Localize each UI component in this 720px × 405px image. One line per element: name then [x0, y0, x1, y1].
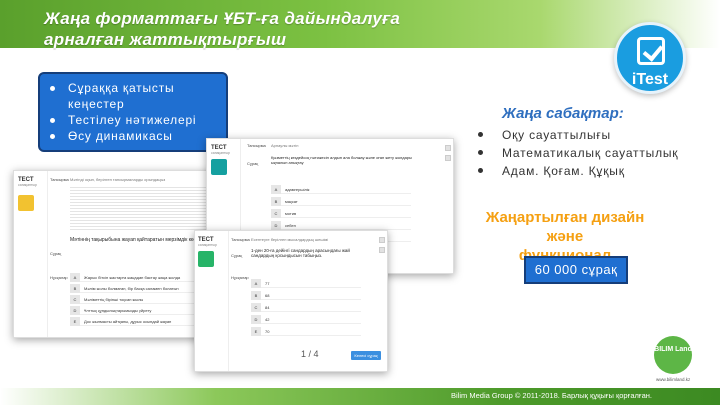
- answer-option[interactable]: B 68: [251, 291, 361, 300]
- screen-sidebar: ТЕСТ сапақаптыр: [195, 231, 229, 371]
- task-label: Тапсырма: [231, 237, 250, 242]
- test-subtitle: сапақаптыр: [198, 243, 217, 247]
- option-letter: E: [70, 317, 80, 326]
- answer-option[interactable]: Bмақсат: [271, 197, 411, 206]
- subject-icon: [198, 251, 214, 267]
- feature-item: Тестілеу нәтижелері: [50, 112, 218, 128]
- scroll-button[interactable]: [379, 247, 385, 253]
- scroll-button[interactable]: [379, 237, 385, 243]
- option-text: Дос жылмасты айтқаны, дұрыс осындай жауа…: [84, 319, 172, 324]
- option-text: Мәлім жолы болмаған, бір басқа саламен б…: [84, 286, 179, 291]
- answers-label: Нұсқалар: [231, 275, 249, 280]
- feature-item: Сұраққа қатысты кеңестер: [50, 80, 218, 112]
- option-text: адамгершілік: [285, 187, 310, 192]
- option-letter: C: [271, 209, 281, 218]
- option-letter: D: [251, 315, 261, 324]
- title-line-1: Жаңа форматтағы ҰБТ-ға дайындалуға: [44, 9, 401, 28]
- question-count-badge: 60 000 сұрақ: [524, 256, 628, 284]
- option-letter: C: [70, 295, 80, 304]
- footer-copyright: Bilim Media Group © 2011-2018. Барлық құ…: [451, 391, 652, 400]
- task-label: Тапсырма: [247, 143, 266, 148]
- question-label: Сұрақ: [247, 161, 259, 166]
- scroll-button[interactable]: [445, 145, 451, 151]
- option-text: 77: [265, 281, 270, 286]
- bilimland-logo: BILIM Land: [654, 336, 692, 374]
- title-line-2: арналған жаттықтырғыш: [44, 30, 287, 49]
- option-letter: E: [251, 327, 261, 336]
- answer-option[interactable]: E 70: [251, 327, 361, 336]
- task-head: Арнаулы мәтін: [271, 143, 299, 148]
- option-letter: A: [271, 185, 281, 194]
- scroll-button[interactable]: [445, 155, 451, 161]
- option-letter: A: [70, 273, 80, 282]
- option-text: 68: [265, 293, 270, 298]
- option-text: Мәліметтің бірінші тоқсан жылы: [84, 297, 144, 302]
- lesson-item: Математикалық сауаттылық: [476, 144, 678, 162]
- answers-label: Нұсқалар: [50, 275, 68, 280]
- answer-option[interactable]: A 77: [251, 279, 361, 288]
- test-subtitle: сапақаптыр: [18, 183, 37, 187]
- footer-band: Bilim Media Group © 2011-2018. Барлық құ…: [0, 388, 720, 405]
- slide: Жаңа форматтағы ҰБТ-ға дайындалуға арнал…: [0, 0, 720, 405]
- answer-option[interactable]: C 84: [251, 303, 361, 312]
- option-text: Жарыс бітсін жастарға жаңадан бастау жаң…: [84, 275, 181, 280]
- option-letter: A: [251, 279, 261, 288]
- option-letter: D: [70, 306, 80, 315]
- option-letter: D: [271, 221, 281, 230]
- option-letter: B: [70, 284, 80, 293]
- task-text: Есептеуге берілген мысалдардың шешімі: [251, 237, 329, 242]
- option-text: 84: [265, 305, 270, 310]
- feature-item: Өсу динамикасы: [50, 128, 218, 144]
- option-text: мотив: [285, 211, 297, 216]
- page-indicator: 1 / 4: [301, 349, 319, 359]
- question-text: 1-ден 20-ға дейінгі сандардың арасындағы…: [251, 248, 350, 258]
- design-line-1: Жаңартылған дизайн және: [485, 209, 645, 245]
- option-letter: B: [271, 197, 281, 206]
- test-subtitle: сапақаптыр: [211, 151, 230, 155]
- screen-sidebar: ТЕСТ сапақаптыр: [14, 171, 48, 337]
- answer-option[interactable]: Aадамгершілік: [271, 185, 411, 194]
- lesson-item: Адам. Қоғам. Құқық: [476, 162, 678, 180]
- option-text: 42: [265, 317, 270, 322]
- lesson-item: Оқу сауаттылығы: [476, 126, 678, 144]
- question-label: Сұрақ: [231, 253, 243, 258]
- answer-option[interactable]: Cмотив: [271, 209, 411, 218]
- option-text: Ұлттық құндылықтарымызды үйрету: [84, 308, 152, 313]
- answer-option[interactable]: D 42: [251, 315, 361, 324]
- subject-icon: [18, 195, 34, 211]
- answer-option[interactable]: Dсебеп: [271, 221, 411, 230]
- slide-title: Жаңа форматтағы ҰБТ-ға дайындалуға арнал…: [44, 8, 400, 50]
- option-letter: B: [251, 291, 261, 300]
- test-screen-front: ТЕСТ сапақаптыр Тапсырма Есептеуге беріл…: [194, 230, 388, 372]
- features-box: Сұраққа қатысты кеңестер Тестілеу нәтиже…: [38, 72, 228, 152]
- option-text: себеп: [285, 223, 296, 228]
- check-square-icon: [637, 37, 665, 65]
- question-text: Қызметтің кездейсоқ нәтижесін алдын ала …: [271, 155, 412, 165]
- option-letter: C: [251, 303, 261, 312]
- lessons-list: Оқу сауаттылығы Математикалық сауаттылық…: [476, 126, 678, 180]
- question-label: Сұрақ: [50, 251, 62, 256]
- option-text: 70: [265, 329, 270, 334]
- next-question-button[interactable]: Келесі сұрақ: [351, 351, 381, 360]
- itest-logo-label: iTest: [631, 71, 669, 88]
- subject-icon: [211, 159, 227, 175]
- lessons-title: Жаңа сабақтар:: [502, 105, 624, 122]
- option-text: мақсат: [285, 199, 298, 204]
- task-label: Тапсырма: [50, 177, 69, 182]
- itest-logo: iTest: [614, 22, 686, 94]
- bilimland-url: www.bilimland.kz: [656, 377, 691, 382]
